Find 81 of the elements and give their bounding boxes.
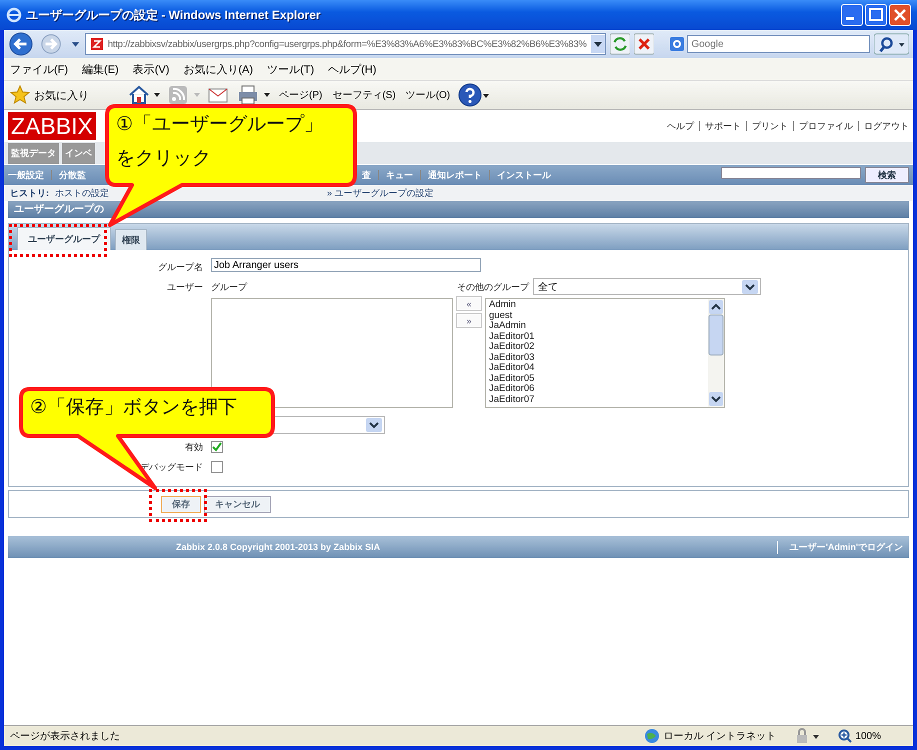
field-label: グループ <box>211 281 248 294</box>
dropdown-icon <box>366 418 382 432</box>
list-item[interactable]: JaEditor01 <box>489 332 705 342</box>
toolbar-menu[interactable]: ページ(P) <box>277 88 324 102</box>
toolbar-menu[interactable]: セーフティ(S) <box>330 88 398 102</box>
maximize-button[interactable] <box>865 4 887 26</box>
tab[interactable]: 権限 <box>115 229 147 250</box>
status-text: ページが表示されました <box>10 730 121 743</box>
close-button[interactable] <box>889 4 911 26</box>
menu-item[interactable]: お気に入り(A) <box>183 62 254 76</box>
copyright-text: Zabbix 2.0.8 Copyright 2001-2013 by Zabbix SIA <box>176 542 380 552</box>
window-title: ユーザーグループの設定 - Windows Internet Explorer <box>26 6 322 24</box>
move-button[interactable]: » <box>456 313 482 328</box>
list-item[interactable]: JaEditor02 <box>489 342 705 352</box>
search-field[interactable]: Google <box>687 35 870 53</box>
login-status: ユーザー'Admin'でログイン <box>776 540 903 554</box>
callout-text: ①「ユーザーグループ」 <box>116 113 324 137</box>
security-zone: ローカル イントラネット <box>663 730 776 743</box>
checkbox[interactable] <box>211 461 223 473</box>
history-link[interactable]: » ユーザーグループの設定 <box>327 186 434 200</box>
menu-item[interactable]: ツール(T) <box>267 62 314 76</box>
dropdown-icon <box>742 280 758 294</box>
user-list[interactable]: Admin guest JaAdmin JaEditor01 JaEditor02 JaEditor03 JaEditor04 JaEditor05 JaEditor06 JaEditor07 <box>485 298 725 408</box>
search-button[interactable] <box>874 33 910 55</box>
address-text: http://zabbixsv/zabbix/usergrps.php?config=usergrps.php&form=%E3%83%A6%E3%83%BC%E3%82%B6%E3%83% <box>108 38 587 50</box>
list-item[interactable]: guest <box>489 310 705 321</box>
check-icon <box>212 442 222 452</box>
dropdown-icon[interactable] <box>590 35 605 53</box>
home-icon[interactable] <box>127 84 161 106</box>
list-item[interactable]: Admin <box>489 300 705 310</box>
favorites-button[interactable]: お気に入り <box>8 85 91 105</box>
menu-item[interactable]: ヘルプ(H) <box>328 62 376 76</box>
header-link[interactable]: プリント <box>752 120 788 132</box>
header-link[interactable]: ヘルプ <box>667 120 694 132</box>
highlight-frame <box>149 489 207 522</box>
callout-text: をクリック <box>116 147 212 171</box>
list-item[interactable]: JaEditor07 <box>489 394 705 405</box>
move-button[interactable]: « <box>456 296 482 311</box>
list-item[interactable]: JaEditor06 <box>489 384 705 394</box>
zoom-icon <box>838 729 852 743</box>
header-link[interactable]: サポート <box>705 120 741 132</box>
search-engine-icon <box>670 37 684 51</box>
tab[interactable]: ユーザーグループ <box>17 227 111 250</box>
star-icon <box>10 85 30 105</box>
help-icon[interactable] <box>458 83 490 107</box>
history-label: ヒストリ: <box>10 186 49 200</box>
search-button[interactable]: 検索 <box>865 167 909 183</box>
search-field[interactable] <box>721 167 861 179</box>
field-label: その他のグループ <box>457 281 529 294</box>
save-button[interactable]: 保存 <box>161 496 201 512</box>
field-label: グループ名 <box>158 261 203 274</box>
stop-button[interactable] <box>634 33 654 55</box>
zabbix-logo: ZABBIX <box>8 112 96 140</box>
group-dropdown[interactable]: 全て <box>533 278 761 295</box>
group-name-field[interactable]: Job Arranger users <box>211 258 481 272</box>
header-link[interactable]: プロファイル <box>799 120 853 132</box>
printer-icon[interactable] <box>237 84 271 106</box>
toolbar-menu[interactable]: ツール(O) <box>404 88 452 102</box>
header-link[interactable]: ログアウト <box>864 120 909 132</box>
browser-icon <box>6 7 22 23</box>
list-item[interactable]: JaEditor03 <box>489 352 705 363</box>
field-label: 有効 <box>185 441 203 454</box>
address-field[interactable]: http://zabbixsv/zabbix/usergrps.php?config=usergrps.php&form=%E3%83%A6%E3%83%BC%E3%82%B6%E3%83% <box>84 33 606 55</box>
section-title: ユーザーグループの <box>8 201 909 218</box>
menu-item[interactable]: 編集(E) <box>82 62 119 76</box>
menu-item[interactable]: 表示(V) <box>132 62 170 76</box>
minimize-button[interactable] <box>841 4 863 26</box>
list-item[interactable]: JaEditor05 <box>489 374 705 384</box>
globe-icon <box>644 728 660 744</box>
zoom-control[interactable]: 100% <box>832 728 887 744</box>
page-icon <box>90 37 104 51</box>
list-item[interactable]: JaAdmin <box>489 321 705 332</box>
list-item[interactable]: JaEditor04 <box>489 363 705 374</box>
history-link[interactable]: ホストの設定 <box>55 186 125 200</box>
cancel-button[interactable]: キャンセル <box>204 496 271 512</box>
field-label: ユーザー <box>167 281 203 294</box>
refresh-button[interactable] <box>610 33 630 55</box>
checkbox[interactable] <box>211 441 223 453</box>
feed-icon[interactable] <box>167 84 201 106</box>
callout-text: ②「保存」ボタンを押下 <box>30 396 238 420</box>
menu-item[interactable]: ファイル(F) <box>10 62 68 76</box>
